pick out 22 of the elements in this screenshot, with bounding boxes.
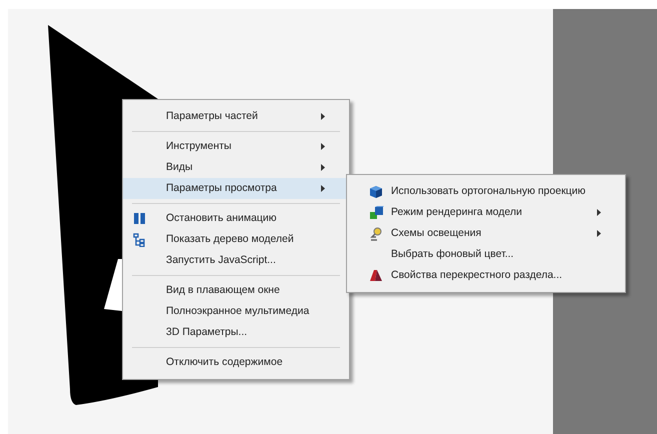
lamp-icon (369, 226, 383, 240)
menu-item[interactable]: 3D Параметры... (123, 322, 349, 343)
menu-item[interactable]: Остановить анимацию (123, 208, 349, 229)
tree-icon (133, 232, 146, 246)
pause-icon (133, 212, 146, 225)
cube-icon (369, 184, 383, 198)
menu-item[interactable]: Режим рендеринга модели (347, 202, 625, 223)
menu-item[interactable]: Свойства перекрестного раздела... (347, 265, 625, 286)
menu-item[interactable]: Инструменты (123, 136, 349, 157)
menu-item[interactable]: Параметры просмотра (123, 178, 349, 199)
menu-item[interactable]: Полноэкранное мультимедиа (123, 301, 349, 322)
menu-item[interactable]: Отключить содержимое (123, 352, 349, 373)
menu-item[interactable]: Запустить JavaScript... (123, 250, 349, 271)
menu-item[interactable]: Выбрать фоновый цвет... (347, 244, 625, 265)
cubes-icon (369, 206, 384, 220)
menu-item[interactable]: Схемы освещения (347, 223, 625, 244)
menu-item[interactable]: Параметры частей (123, 106, 349, 127)
menu-item[interactable]: Показать дерево моделей (123, 229, 349, 250)
menu-item[interactable]: Виды (123, 157, 349, 178)
menu-item[interactable]: Вид в плавающем окне (123, 280, 349, 301)
menu-item[interactable]: Использовать ортогональную проекцию (347, 181, 625, 202)
section-icon (369, 268, 383, 282)
